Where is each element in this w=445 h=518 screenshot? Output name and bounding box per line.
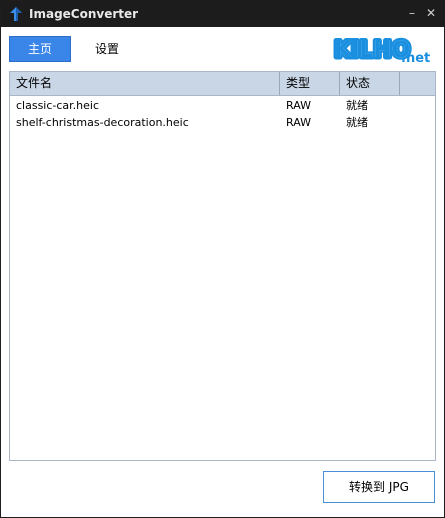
app-arrow-icon: [10, 7, 22, 21]
cell-status: 就绪: [346, 116, 368, 129]
logo-suffix-text: .net: [401, 51, 430, 65]
column-header-filler: [400, 72, 435, 95]
cell-type: RAW: [286, 116, 311, 129]
title-bar[interactable]: ImageConverter – ✕: [1, 1, 444, 27]
tab-settings[interactable]: 设置: [85, 36, 129, 62]
app-window: ImageConverter – ✕ 主页 设置 KILHO KILHO .ne…: [0, 0, 445, 518]
table-header: 文件名 类型 状态: [10, 72, 435, 96]
cell-type: RAW: [286, 99, 311, 112]
column-header-type[interactable]: 类型: [280, 72, 340, 95]
file-table[interactable]: 文件名 类型 状态 classic-car.heic RAW 就绪 shelf-…: [9, 71, 436, 461]
column-header-status[interactable]: 状态: [340, 72, 400, 95]
convert-to-jpg-button[interactable]: 转换到 JPG: [323, 471, 435, 503]
window-title: ImageConverter: [29, 7, 139, 21]
close-button[interactable]: ✕: [424, 6, 438, 20]
table-row[interactable]: shelf-christmas-decoration.heic RAW 就绪: [10, 114, 435, 131]
minimize-button[interactable]: –: [405, 6, 419, 20]
cell-filename: shelf-christmas-decoration.heic: [16, 116, 189, 129]
tab-home[interactable]: 主页: [9, 36, 71, 62]
cell-filename: classic-car.heic: [16, 99, 100, 112]
kilho-logo: KILHO KILHO .net: [333, 36, 430, 66]
cell-status: 就绪: [346, 99, 368, 112]
table-row[interactable]: classic-car.heic RAW 就绪: [10, 97, 435, 114]
column-header-filename[interactable]: 文件名: [10, 72, 280, 95]
logo-main-text-fill: KILHO: [334, 38, 410, 63]
